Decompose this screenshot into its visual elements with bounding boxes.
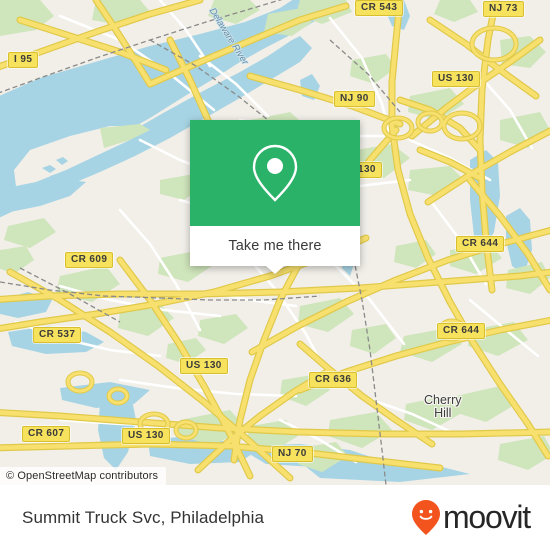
popup-pointer-tail (266, 266, 284, 274)
road-shield-nj-70[interactable]: NJ 70 (272, 446, 313, 462)
popup-header (190, 120, 360, 226)
road-shield-cr-636[interactable]: CR 636 (309, 372, 358, 388)
road-shield-cr-543[interactable]: CR 543 (355, 0, 404, 16)
location-pin-icon (252, 144, 298, 202)
road-shield-cr-609[interactable]: CR 609 (65, 252, 114, 268)
road-shield-us-130-b[interactable]: US 130 (180, 358, 228, 374)
take-me-there-button[interactable]: Take me there (228, 238, 321, 254)
osm-attribution-text: © OpenStreetMap contributors (6, 470, 159, 482)
moovit-wordmark: moovit (442, 499, 531, 535)
road-shield-nj-90[interactable]: NJ 90 (334, 91, 375, 107)
location-title: Summit Truck Svc, Philadelphia (22, 507, 265, 527)
map-viewport[interactable]: Delaware River Cherry Hill I 95 CR 543 N… (0, 0, 550, 485)
osm-attribution-bar[interactable]: © OpenStreetMap contributors (0, 467, 167, 485)
location-popup-card[interactable]: Take me there (190, 120, 360, 274)
footer-bar: Summit Truck Svc, Philadelphia moovit (0, 485, 550, 550)
road-shield-cr-607[interactable]: CR 607 (22, 426, 71, 442)
road-shield-us-130-a[interactable]: US 130 (432, 71, 480, 87)
road-shield-cr-644-b[interactable]: CR 644 (437, 323, 486, 339)
map-screenshot-root: Delaware River Cherry Hill I 95 CR 543 N… (0, 0, 550, 550)
moovit-logo[interactable]: moovit (411, 499, 531, 537)
road-shield-us-130-c[interactable]: US 130 (122, 428, 170, 444)
road-shield-i-95[interactable]: I 95 (8, 52, 39, 68)
moovit-smiley-pin-icon (411, 499, 440, 535)
road-shield-nj-73[interactable]: NJ 73 (483, 1, 524, 17)
road-shield-cr-537[interactable]: CR 537 (33, 327, 82, 343)
popup-footer[interactable]: Take me there (190, 226, 360, 274)
road-shield-cr-644-a[interactable]: CR 644 (456, 236, 505, 252)
